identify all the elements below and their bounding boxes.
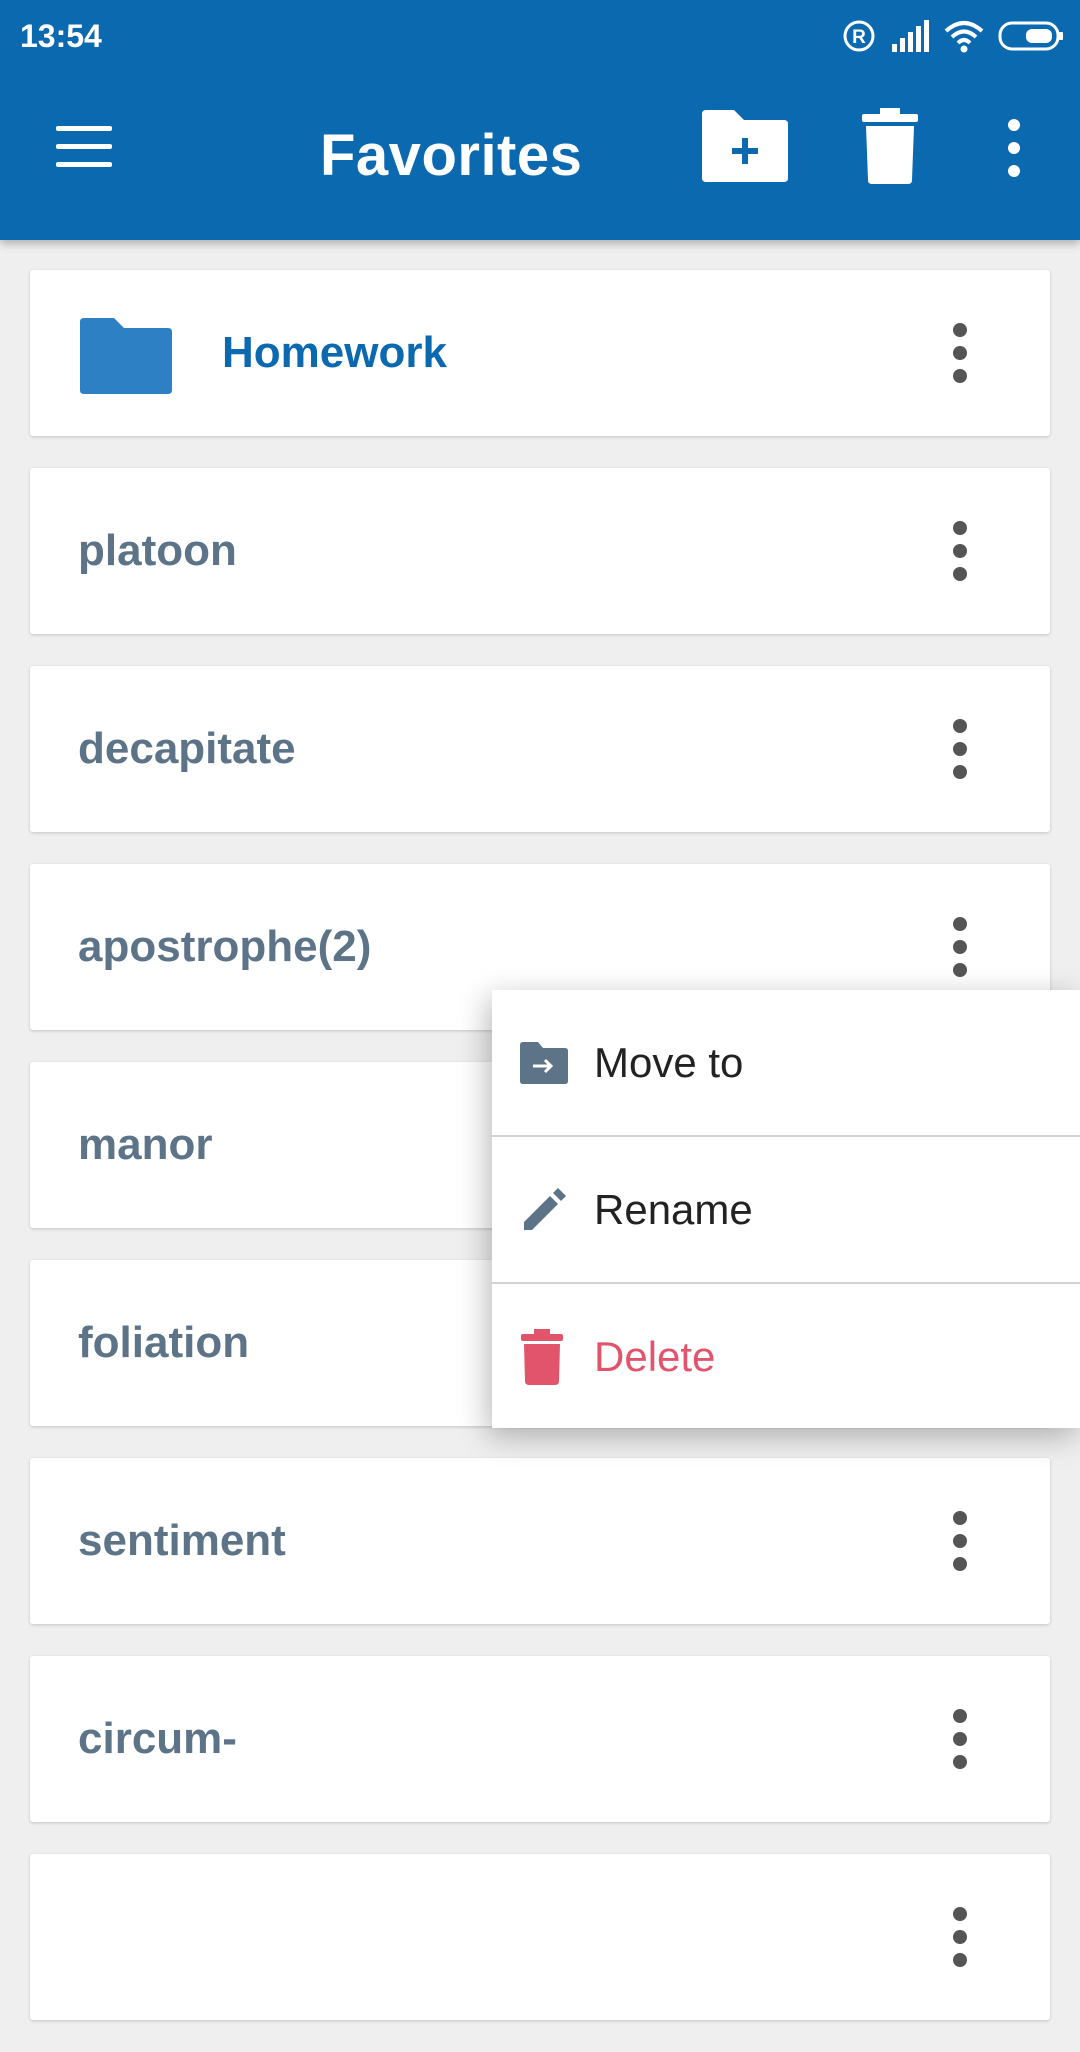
item-options-icon[interactable]: [952, 521, 968, 581]
pencil-icon: [524, 1187, 566, 1230]
item-options-icon[interactable]: [952, 1511, 968, 1571]
page-title: Favorites: [320, 123, 583, 188]
battery-icon: [998, 21, 1063, 51]
delete-all-icon[interactable]: [860, 108, 920, 184]
list-item-label: Homework: [222, 328, 447, 377]
signal-icon: [892, 20, 929, 52]
registered-icon: R: [843, 20, 875, 52]
item-context-menu: Move to Rename Delete: [492, 990, 1080, 1428]
menu-item-move-to[interactable]: Move to: [492, 990, 1080, 1137]
new-folder-icon[interactable]: [700, 108, 790, 184]
hamburger-menu-icon[interactable]: [56, 126, 112, 168]
list-item[interactable]: decapitate: [30, 666, 1050, 832]
item-options-icon[interactable]: [952, 719, 968, 779]
list-item-partial[interactable]: [30, 1854, 1050, 2020]
list-item-label: platoon: [78, 526, 237, 575]
delete-label: Delete: [594, 1332, 716, 1380]
list-item-folder-homework[interactable]: Homework: [30, 270, 1050, 436]
move-to-label: Move to: [594, 1038, 744, 1086]
list-item-label: circum-: [78, 1714, 237, 1763]
app-bar: 13:54 R Favorites: [0, 0, 1080, 240]
folder-icon: [80, 318, 172, 394]
item-options-icon[interactable]: [952, 1709, 968, 1769]
status-time: 13:54: [20, 18, 102, 54]
list-item[interactable]: sentiment: [30, 1458, 1050, 1624]
list-item-label: decapitate: [78, 724, 296, 773]
item-options-icon[interactable]: [952, 917, 968, 977]
list-item-label: manor: [78, 1120, 213, 1169]
rename-label: Rename: [594, 1185, 753, 1233]
list-item-label: sentiment: [78, 1516, 286, 1565]
list-item[interactable]: platoon: [30, 468, 1050, 634]
item-options-icon[interactable]: [952, 1907, 968, 1967]
item-options-icon[interactable]: [952, 323, 968, 383]
wifi-icon: [944, 21, 984, 53]
list-item-label: apostrophe(2): [78, 922, 372, 971]
list-item-label: foliation: [78, 1318, 250, 1367]
menu-item-delete[interactable]: Delete: [492, 1284, 1080, 1429]
menu-item-rename[interactable]: Rename: [492, 1137, 1080, 1284]
move-to-folder-icon: [520, 1041, 568, 1084]
delete-icon: [521, 1328, 563, 1385]
svg-text:R: R: [852, 27, 866, 48]
status-icons: R: [842, 16, 1064, 56]
list-item[interactable]: circum-: [30, 1656, 1050, 1822]
overflow-menu-icon[interactable]: [1000, 118, 1028, 178]
